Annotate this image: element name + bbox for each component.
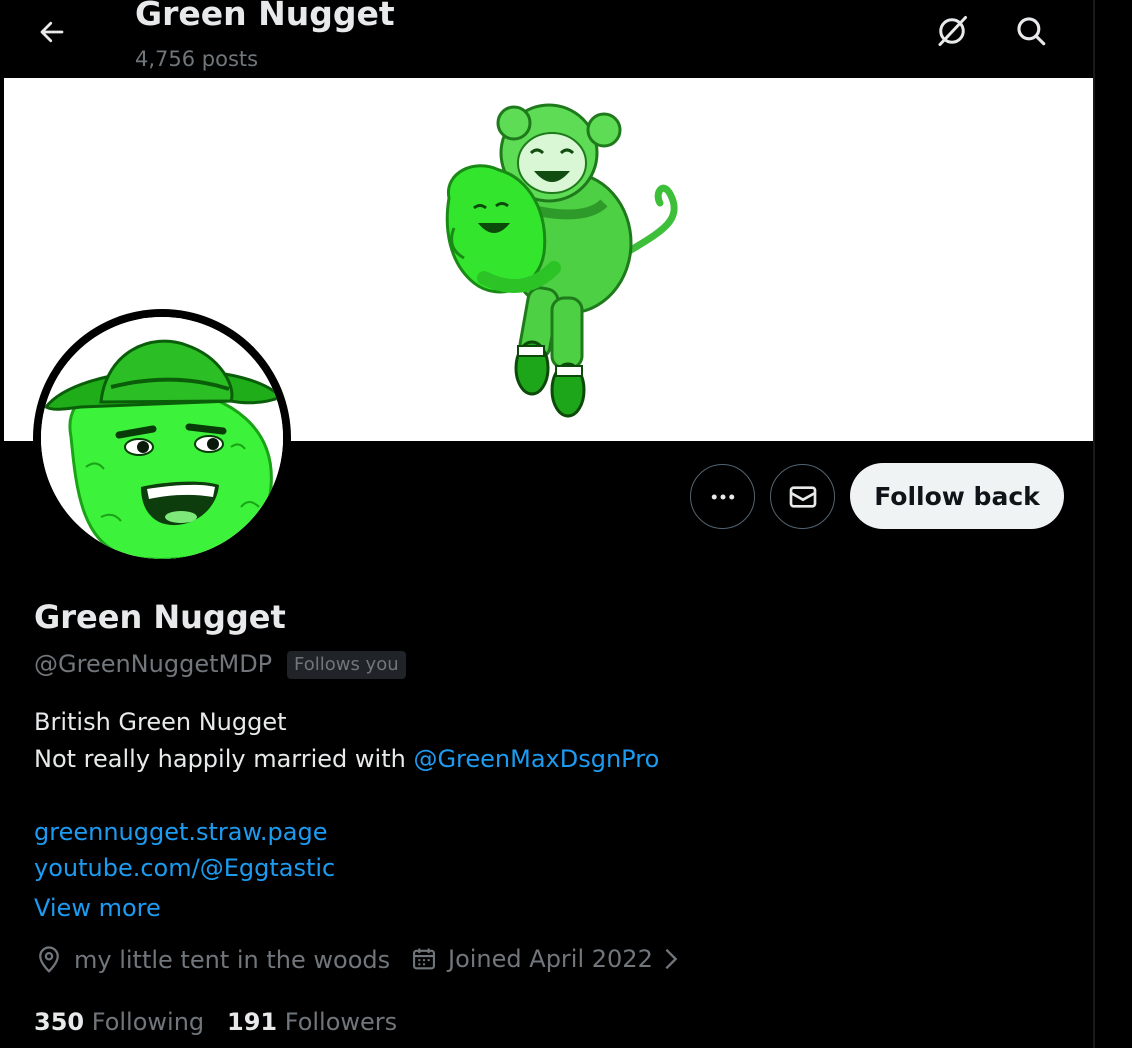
follow-back-button[interactable]: Follow back	[850, 463, 1064, 529]
bio-mention-link[interactable]: @GreenMaxDsgnPro	[413, 745, 659, 773]
profile-avatar[interactable]	[33, 309, 291, 567]
profile-joined-date[interactable]: Joined April 2022	[410, 945, 681, 973]
chevron-right-icon	[661, 945, 681, 973]
bio-line-1: British Green Nugget	[34, 708, 287, 736]
more-options-button[interactable]	[690, 464, 755, 529]
calendar-icon	[410, 945, 438, 973]
window-edge	[1093, 0, 1095, 1048]
following-stat[interactable]: 350 Following	[34, 1008, 204, 1036]
joined-text: Joined April 2022	[448, 945, 653, 973]
search-icon	[1017, 17, 1046, 46]
followers-stat[interactable]: 191 Followers	[227, 1008, 397, 1036]
follows-you-badge: Follows you	[287, 651, 406, 679]
search-button[interactable]	[1008, 8, 1054, 54]
bio-line-2: Not really happily married with @GreenMa…	[34, 745, 659, 773]
avatar-image	[41, 317, 283, 559]
bio-link-straw-page[interactable]: greennugget.straw.page	[34, 818, 328, 846]
following-label: Following	[91, 1008, 205, 1036]
view-more-link[interactable]: View more	[34, 894, 161, 922]
nugget-cowboy-illustration	[41, 317, 283, 559]
followers-label: Followers	[284, 1008, 398, 1036]
profile-location: my little tent in the woods	[34, 945, 390, 975]
followers-count: 191	[227, 1008, 278, 1036]
location-text: my little tent in the woods	[74, 946, 391, 974]
top-header: Green Nugget 4,756 posts	[0, 0, 1093, 78]
following-count: 350	[34, 1008, 85, 1036]
back-button[interactable]	[30, 10, 74, 54]
slashed-circle-icon	[938, 16, 967, 46]
message-button[interactable]	[770, 464, 835, 529]
envelope-icon	[789, 485, 816, 508]
profile-page: Green Nugget 4,756 posts Follow back Gre…	[0, 0, 1132, 1048]
location-pin-icon	[34, 945, 64, 975]
grok-button[interactable]	[929, 8, 975, 54]
profile-handle: @GreenNuggetMDP	[34, 650, 273, 678]
bio-link-youtube[interactable]: youtube.com/@Eggtastic	[34, 854, 335, 882]
header-post-count: 4,756 posts	[135, 47, 259, 71]
more-dots-icon	[711, 494, 734, 499]
arrow-left-icon	[40, 21, 64, 43]
profile-name: Green Nugget	[34, 598, 286, 636]
header-title: Green Nugget	[135, 0, 395, 33]
bio-text: Not really happily married with	[34, 745, 414, 773]
